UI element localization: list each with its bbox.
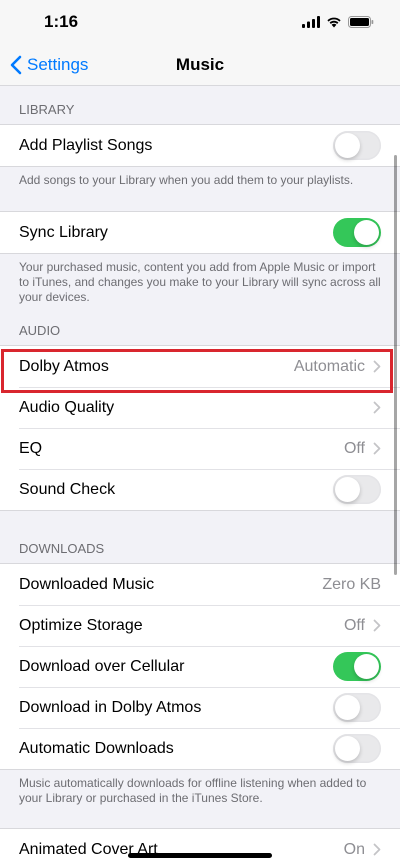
sync-library-toggle[interactable] [333,218,381,247]
library-group-2: Sync Library [0,211,400,254]
library-section-header: LIBRARY [19,102,75,117]
cellular-signal-icon [302,16,320,28]
audio-quality-label: Audio Quality [19,398,115,416]
automatic-downloads-row: Automatic Downloads [0,728,400,769]
chevron-right-icon [373,843,381,856]
optimize-storage-value: Off [343,616,365,634]
status-time: 1:16 [44,12,79,31]
sound-check-row: Sound Check [0,469,400,510]
dolby-atmos-row[interactable]: Dolby Atmos Automatic [0,346,400,387]
eq-value: Off [343,439,365,457]
add-playlist-songs-row: Add Playlist Songs [0,125,400,166]
chevron-left-icon [10,55,22,74]
wifi-icon [327,17,341,28]
optimize-storage-row[interactable]: Optimize Storage Off [0,605,400,646]
library-group-1: Add Playlist Songs [0,124,400,167]
chevron-right-icon [373,401,381,414]
sound-check-label: Sound Check [19,480,116,498]
sync-library-footer: Your purchased music, content you add fr… [19,260,381,304]
downloads-group: Downloaded Music Zero KB Optimize Storag… [0,563,400,770]
automatic-downloads-toggle[interactable] [333,734,381,763]
sync-library-label: Sync Library [19,223,108,241]
eq-label: EQ [19,439,43,457]
audio-group: Dolby Atmos Automatic Audio Quality EQ O… [0,345,400,511]
back-button-label: Settings [27,54,89,74]
navigation-bar: Settings Music [0,44,400,86]
downloads-section-header: DOWNLOADS [19,541,105,556]
download-over-cellular-label: Download over Cellular [19,657,185,675]
back-button[interactable]: Settings [10,55,88,75]
sync-library-row: Sync Library [0,212,400,253]
chevron-right-icon [373,360,381,373]
download-over-cellular-toggle[interactable] [333,652,381,681]
download-dolby-atmos-toggle[interactable] [333,693,381,722]
eq-row[interactable]: EQ Off [0,428,400,469]
downloaded-music-row[interactable]: Downloaded Music Zero KB [0,564,400,605]
home-indicator [128,853,272,858]
add-playlist-songs-label: Add Playlist Songs [19,136,153,154]
animated-cover-art-value: On [343,840,365,858]
downloaded-music-value: Zero KB [322,575,381,593]
cover-art-group: Animated Cover Art On [0,828,400,865]
status-icons [302,16,374,28]
dolby-atmos-label: Dolby Atmos [19,357,109,375]
sound-check-toggle[interactable] [333,475,381,504]
scroll-indicator [394,155,397,575]
chevron-right-icon [373,442,381,455]
audio-section-header: AUDIO [19,323,61,338]
audio-quality-row[interactable]: Audio Quality [0,387,400,428]
dolby-atmos-value: Automatic [293,357,365,375]
automatic-downloads-label: Automatic Downloads [19,739,174,757]
chevron-right-icon [373,619,381,632]
optimize-storage-label: Optimize Storage [19,616,143,634]
add-playlist-songs-toggle[interactable] [333,131,381,160]
downloads-footer: Music automatically downloads for offlin… [19,776,367,805]
download-dolby-atmos-row: Download in Dolby Atmos [0,687,400,728]
download-dolby-atmos-label: Download in Dolby Atmos [19,698,202,716]
animated-cover-art-row[interactable]: Animated Cover Art On [0,829,400,865]
battery-icon [348,16,374,28]
add-playlist-songs-footer: Add songs to your Library when you add t… [19,173,354,187]
download-over-cellular-row: Download over Cellular [0,646,400,687]
status-bar: 1:16 [0,0,400,44]
downloaded-music-label: Downloaded Music [19,575,155,593]
